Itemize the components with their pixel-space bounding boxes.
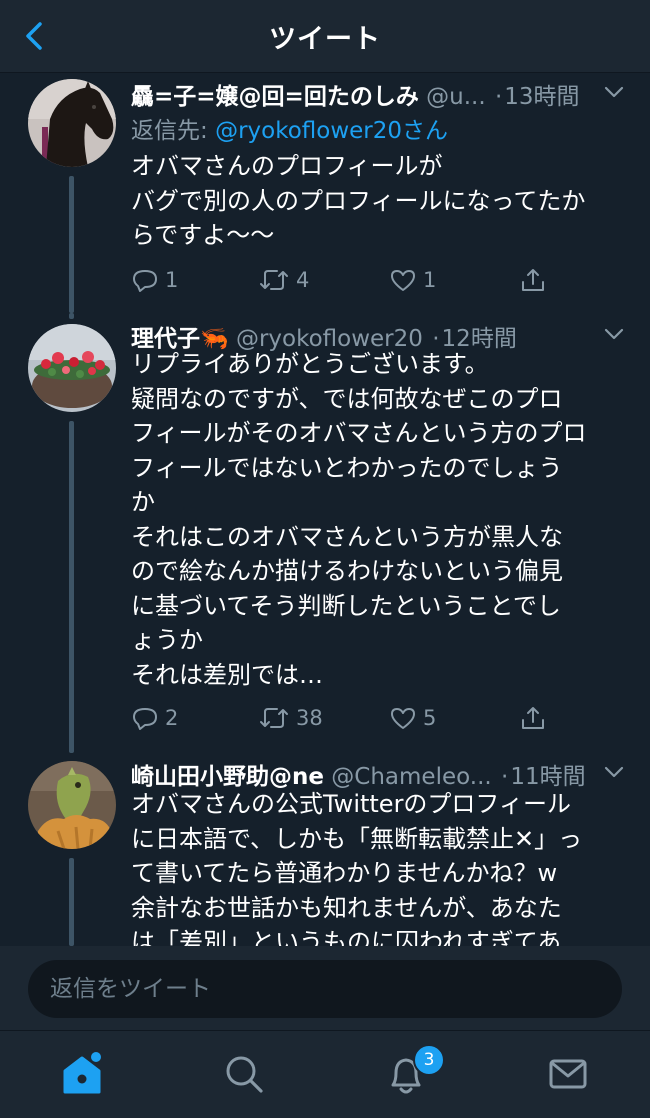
retweet-icon (260, 708, 288, 728)
like-button[interactable]: 5 (389, 701, 436, 735)
share-button[interactable] (519, 263, 547, 297)
reply-button[interactable]: 2 (131, 701, 178, 735)
chevron-down-icon[interactable] (604, 327, 624, 341)
separator-dot: · (494, 84, 503, 110)
like-count: 1 (423, 268, 437, 292)
retweet-icon (260, 270, 288, 290)
thread-line (69, 858, 74, 946)
user-handle[interactable]: @u... (426, 84, 486, 110)
timestamp: 13時間 (504, 84, 580, 110)
like-button[interactable]: 1 (389, 263, 436, 297)
replying-prefix: 返信先: (131, 118, 216, 144)
avatar[interactable] (28, 324, 116, 412)
home-icon[interactable] (57, 1049, 107, 1099)
mention-link[interactable]: @ryokoflower20さん (215, 118, 448, 144)
search-icon[interactable] (219, 1049, 269, 1099)
tweet-text: オバマさんのプロフィールが バグで別の人のプロフィールになってたか らですよ〜〜 (131, 152, 586, 249)
chevron-down-icon[interactable] (604, 765, 624, 779)
reply-icon (133, 270, 157, 292)
bottom-tab-bar (0, 1030, 650, 1118)
reply-bar: 返信をツイート (0, 946, 650, 1030)
replying-to: 返信先: @ryokoflower20さん (131, 111, 448, 145)
tweet-item[interactable]: 驫=子=嬢@回=回たのしみ @u... ·13時間 返信先: @ryokoflo… (0, 73, 650, 313)
reply-count: 1 (165, 268, 179, 292)
messages-icon[interactable] (543, 1049, 593, 1099)
notification-badge: 3 (413, 1044, 445, 1076)
tweet-actions: 1 4 1 (131, 263, 561, 297)
share-button[interactable] (519, 701, 547, 735)
top-nav-bar: ツイート (0, 0, 650, 73)
heart-icon (391, 270, 415, 291)
avatar[interactable] (28, 761, 116, 849)
tweet-text: オバマさんの公式Twitterのプロフィール に日本語で、しかも「無断転載禁止✕… (131, 790, 583, 946)
reply-count: 2 (165, 706, 179, 730)
thread-line (69, 421, 74, 753)
like-count: 5 (423, 706, 437, 730)
reply-icon (133, 708, 157, 730)
tweet-text: リプライありがとうございます。 疑問なのですが、では何故なぜこのプロ フィールが… (131, 350, 587, 689)
avatar[interactable] (28, 79, 116, 167)
tweet-header: 驫=子=嬢@回=回たのしみ @u... ·13時間 (131, 77, 620, 113)
display-name[interactable]: 驫=子=嬢@回=回たのしみ (131, 84, 419, 110)
retweet-button[interactable]: 4 (258, 263, 309, 297)
retweet-button[interactable]: 38 (258, 701, 323, 735)
tweet-thread[interactable]: 驫=子=嬢@回=回たのしみ @u... ·13時間 返信先: @ryokoflo… (0, 73, 650, 946)
heart-icon (391, 708, 415, 729)
share-icon (522, 269, 544, 291)
share-icon (522, 707, 544, 729)
tweet-actions: 2 38 5 (131, 701, 561, 735)
page-title: ツイート (269, 24, 381, 55)
retweet-count: 38 (296, 706, 323, 730)
retweet-count: 4 (296, 268, 310, 292)
tweet-item[interactable]: 崎山田小野助@ne @Chameleo... ·11時間 オバマさんの公式Twi… (0, 753, 650, 946)
thread-line (69, 176, 74, 313)
reply-button[interactable]: 1 (131, 263, 178, 297)
reply-input[interactable]: 返信をツイート (28, 960, 622, 1018)
chevron-down-icon[interactable] (604, 85, 624, 99)
tweet-item[interactable]: 理代子🦐 @ryokoflower20 ·12時間 リプライありがとうございます… (0, 313, 650, 753)
thread-line (69, 313, 74, 319)
